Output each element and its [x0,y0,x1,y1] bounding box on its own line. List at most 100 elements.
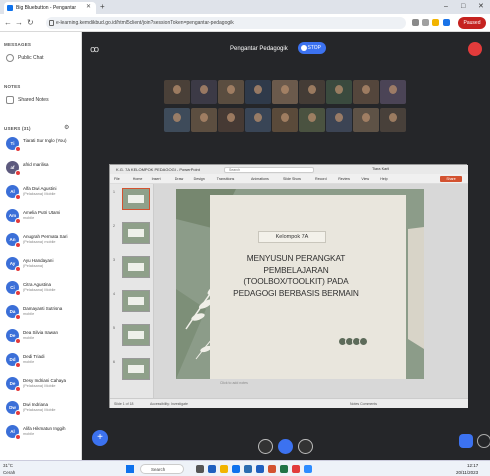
webcam-tile[interactable] [299,108,325,132]
webcam-tile[interactable] [218,108,244,132]
ppt-menu-item[interactable]: Record [315,174,327,184]
file-explorer-icon[interactable] [208,465,216,473]
user-list-item[interactable]: Da Damayanti Sutrisna mobile [2,302,80,324]
word-icon[interactable] [256,465,264,473]
chat-toggle-icon[interactable] [459,434,473,448]
ppt-menu-item[interactable]: Help [380,174,387,184]
webcam-tile[interactable] [218,80,244,104]
reload-icon[interactable]: ↻ [27,17,34,29]
webcam-tile[interactable] [380,80,406,104]
accessibility-status[interactable]: Accessibility: Investigate [150,399,188,409]
people-icon[interactable]: ꝏ [90,44,99,55]
webcam-tile[interactable] [353,108,379,132]
camera-icon[interactable] [298,439,313,454]
ppt-menu-item[interactable]: Animations [251,174,269,184]
user-list-item[interactable]: Ci Citra Agustina (Pelaksana) Mobile [2,278,80,300]
powerpoint-icon[interactable] [268,465,276,473]
minimize-icon[interactable]: – [444,1,448,13]
ppt-menu-item[interactable]: Insert [152,174,161,184]
participant-silhouette-icon [200,85,208,94]
settings-gear-icon[interactable]: ⚙ [64,124,69,131]
task-view-icon[interactable] [196,465,204,473]
slide-thumbnail[interactable] [122,324,150,346]
user-list-item[interactable]: Am Amelia Putri Utami mobile [2,206,80,228]
taskbar-clock[interactable]: 12:17 20/11/2023 [456,462,478,476]
shared-notes-item[interactable]: Shared Notes [4,94,49,106]
slide-thumbnail[interactable] [122,188,150,210]
slide-thumbnail[interactable] [122,358,150,380]
current-slide[interactable]: Kelompok 7A MENYUSUN PERANGKAT PEMBELAJA… [176,189,424,379]
ppt-menu-item[interactable]: Review [338,174,350,184]
address-bar[interactable]: e-learning.kemdikbud.go.id/html5client/j… [46,17,406,29]
webcam-tile[interactable] [164,108,190,132]
user-list-item[interactable]: Dw Dwi Indriana (Pelaksana) Mobile [2,398,80,420]
webcam-tile[interactable] [272,80,298,104]
user-list-item[interactable]: Ay Ayu Handayani (Pelaksana) [2,254,80,276]
slide-thumbnail[interactable] [122,256,150,278]
webcam-tile[interactable] [380,108,406,132]
microphone-icon[interactable] [258,439,273,454]
excel-icon[interactable] [280,465,288,473]
webcam-tile[interactable] [191,80,217,104]
maximize-icon[interactable]: □ [461,1,465,13]
user-list-item[interactable]: af afrid marilisa [2,158,80,180]
ppt-menu-item[interactable]: Design [194,174,205,184]
back-icon[interactable]: ← [4,17,12,29]
webcam-tile[interactable] [299,80,325,104]
ppt-menu-item[interactable]: View [361,174,369,184]
ppt-menu-item[interactable]: Draw [175,174,183,184]
user-list-item[interactable]: Dd Dedi Triadi mobile [2,350,80,372]
profile-button[interactable]: Paused [458,17,486,29]
browser-tab[interactable]: Big Bluebutton - Pengantar [4,2,96,14]
webcam-tile[interactable] [353,80,379,104]
slide-thumbnail[interactable] [122,222,150,244]
chrome-icon[interactable] [292,465,300,473]
ppt-menu-item[interactable]: Transitions [217,174,234,184]
headphones-icon[interactable] [278,439,293,454]
more-options-icon[interactable] [477,434,490,448]
webcam-tile[interactable] [191,108,217,132]
window-close-icon[interactable]: ✕ [478,1,484,13]
user-list-item[interactable]: De Desy Indriani Cahaya (Pelaksana) Mobile [2,374,80,396]
weather-widget[interactable]: 31°C Cerah [3,462,15,476]
notes-placeholder[interactable]: Click to add notes [220,381,248,385]
user-list-item[interactable]: Al Alfa Dwi Agustini (Pelaksana) Mobile [2,182,80,204]
edge-icon[interactable] [232,465,240,473]
notes-comments-toggle[interactable]: Notes Comments [350,399,377,409]
ppt-menu-item[interactable]: File [114,174,120,184]
webcam-tile[interactable] [164,80,190,104]
thumbnail-content [128,331,144,339]
forward-icon[interactable]: → [15,17,23,29]
webcam-tile[interactable] [245,80,271,104]
ppt-share-button[interactable]: Share [440,176,462,182]
ppt-menu-item[interactable]: Slide Show [283,174,301,184]
webcam-tile[interactable] [272,108,298,132]
zoom-icon[interactable] [304,465,312,473]
windows-start-icon[interactable] [126,465,134,473]
taskbar-search[interactable]: Search [140,464,184,474]
slide-count: Slide 1 of 18 [114,402,134,406]
folder-icon[interactable] [220,465,228,473]
webcam-tile[interactable] [245,108,271,132]
ppt-menu-item[interactable]: Home [133,174,143,184]
user-list-item[interactable]: An Anugrah Permata Sari (Pelaksana) mobile [2,230,80,252]
stop-recording-button[interactable]: STOP [298,42,326,54]
extension-icon[interactable] [412,19,419,26]
actions-plus-button[interactable]: + [92,430,108,446]
store-icon[interactable] [244,465,252,473]
slide-thumbnail[interactable] [122,290,150,312]
user-list-item[interactable]: Ti Tiarati Sur Inglo (You) [2,134,80,156]
webcam-tile[interactable] [326,108,352,132]
user-list-item[interactable]: Al Alifa Hikmatun Inggih mobile [2,422,80,444]
tab-close-icon[interactable]: ✕ [86,2,91,12]
share-icon[interactable] [422,19,429,26]
bookmark-star-icon[interactable] [432,19,439,26]
user-list-item[interactable]: De Dea Silvia Irawan mobile [2,326,80,348]
public-chat-item[interactable]: Public Chat [4,52,44,64]
leave-call-icon[interactable] [468,42,482,56]
webcam-tile[interactable] [326,80,352,104]
ppt-search-box[interactable]: Search [224,166,314,173]
sidepanel-icon[interactable] [443,19,450,26]
users-section-title: USERS (31) [4,126,31,131]
new-tab-icon[interactable]: + [100,2,105,12]
